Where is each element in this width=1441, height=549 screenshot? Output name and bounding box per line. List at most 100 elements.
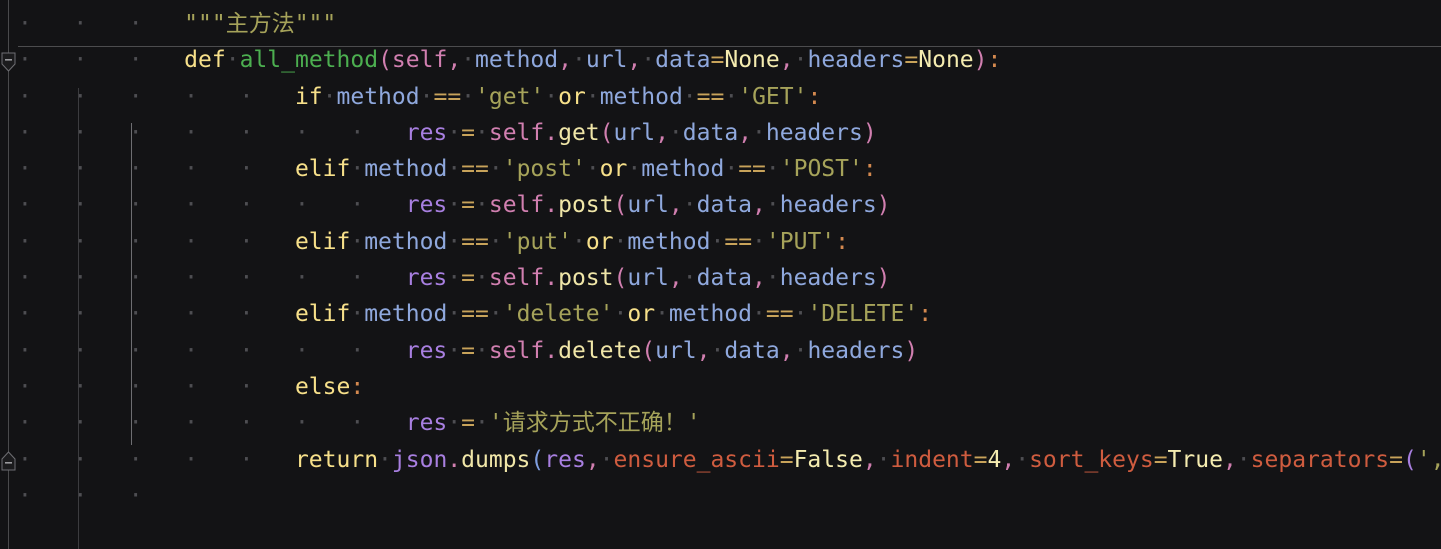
code-token: · (378, 446, 392, 473)
line-res-get[interactable]: · · · · · · · res·=·self.get(url,·data,·… (0, 115, 1441, 151)
code-token: headers (779, 192, 877, 219)
code-token: delete (558, 337, 642, 364)
code-token: == (724, 228, 753, 255)
code-token: , (779, 337, 794, 364)
code-token: = (779, 446, 794, 473)
code-token: url (627, 265, 669, 292)
code-token: data (655, 47, 711, 74)
code-token: = (461, 119, 475, 146)
code-token: ( (613, 192, 628, 219)
code-token: ',' (1416, 446, 1441, 473)
code-token: = (461, 192, 475, 219)
code-token: · (765, 192, 780, 219)
line-elif-put[interactable]: · · · · · elif·method·==·'put'·or·method… (0, 224, 1441, 260)
code-token: 'GET' (738, 83, 808, 110)
code-token: · (488, 228, 503, 255)
code-token: = (461, 265, 475, 292)
code-token: : (862, 156, 877, 183)
code-token: · (793, 301, 808, 328)
code-token: method (364, 156, 448, 183)
code-token: 4 (987, 446, 1002, 473)
code-token: else (294, 373, 351, 400)
code-token: , (1001, 446, 1016, 473)
code-token: , (779, 47, 794, 74)
code-token: url (585, 47, 628, 74)
code-token: url (613, 119, 656, 146)
code-token: · (876, 446, 891, 473)
code-token: · (447, 410, 462, 437)
code-token: == (738, 156, 766, 183)
code-content[interactable]: · · · """主方法""" · · · def·all_method(self… (0, 0, 1441, 514)
code-token: · (322, 83, 337, 110)
code-token: or (627, 301, 656, 328)
code-token: self (488, 192, 545, 219)
code-token: , (696, 337, 711, 364)
code-token: == (461, 156, 489, 183)
line-def[interactable]: · · · def·all_method(self,·method,·url,·… (0, 42, 1441, 78)
code-token: · (585, 83, 600, 110)
code-token: ( (378, 47, 392, 74)
code-token: None (918, 47, 974, 74)
code-token: 'put' (502, 228, 572, 255)
code-token: = (1389, 446, 1403, 473)
line-elif-delete[interactable]: · · · · · elif·method·==·'delete'·or·met… (0, 296, 1441, 332)
line-if-get[interactable]: · · · · · if·method·==·'get'·or·method·=… (0, 79, 1441, 115)
code-token: · (475, 192, 489, 219)
line-res-post[interactable]: · · · · · · · res·=·self.post(url,·data,… (0, 187, 1441, 223)
line-res-error[interactable]: · · · · · · · res·=·'请求方式不正确！' (0, 405, 1441, 441)
fold-marker-def[interactable] (1, 52, 16, 73)
line-docstring[interactable]: · · · """主方法""" (0, 6, 1441, 42)
code-token: · · · · · · · (18, 192, 406, 219)
code-token: False (793, 446, 863, 473)
code-token: · (1236, 446, 1251, 473)
code-token: method (641, 156, 725, 183)
code-token: res (405, 192, 448, 219)
code-token: · (461, 47, 476, 74)
line-res-put[interactable]: · · · · · · · res·=·self.post(url,·data,… (0, 260, 1441, 296)
code-token: . (544, 119, 559, 146)
code-token: method (364, 301, 448, 328)
code-token: dumps (461, 446, 531, 473)
code-token: = (710, 47, 725, 74)
line-trailing[interactable]: · · · (0, 478, 1441, 514)
line-return[interactable]: · · · · · return·json.dumps(res,·ensure_… (0, 442, 1441, 478)
code-token: : (807, 83, 822, 110)
code-token: ( (1403, 446, 1417, 473)
fold-marker-block-end[interactable] (1, 450, 16, 471)
code-token: · (475, 337, 489, 364)
code-token: . (447, 446, 462, 473)
code-token: ( (599, 119, 614, 146)
code-token: · (350, 156, 365, 183)
line-else[interactable]: · · · · · else: (0, 369, 1441, 405)
code-editor[interactable]: · · · """主方法""" · · · def·all_method(self… (0, 0, 1441, 549)
code-token: ) (904, 337, 919, 364)
code-token: · (765, 265, 780, 292)
code-token: , (668, 265, 683, 292)
code-token: , (447, 47, 462, 74)
code-token: data (724, 337, 780, 364)
code-token: · (752, 301, 766, 328)
code-token: · (488, 156, 503, 183)
code-token: . (544, 192, 559, 219)
code-token: · · · · · · · (18, 337, 406, 364)
code-token: · (682, 265, 697, 292)
code-token: · (475, 410, 489, 437)
code-token: · · · · · (18, 156, 295, 183)
line-res-delete[interactable]: · · · · · · · res·=·self.delete(url,·dat… (0, 333, 1441, 369)
code-token: if (294, 83, 323, 110)
code-token: · (793, 337, 808, 364)
code-token: 'get' (475, 83, 545, 110)
code-token: method (599, 83, 683, 110)
code-token: · (1015, 446, 1030, 473)
code-token: ensure_ascii (613, 446, 780, 473)
code-token: or (585, 228, 614, 255)
code-token: : (987, 47, 1002, 74)
code-token: res (405, 119, 448, 146)
code-token: res (405, 410, 448, 437)
code-token: · (544, 83, 559, 110)
line-elif-post[interactable]: · · · · · elif·method·==·'post'·or·metho… (0, 151, 1441, 187)
code-token: def (184, 47, 226, 74)
code-token: · · · · · · · (18, 410, 406, 437)
code-token: url (627, 192, 669, 219)
code-token: , (1222, 446, 1237, 473)
